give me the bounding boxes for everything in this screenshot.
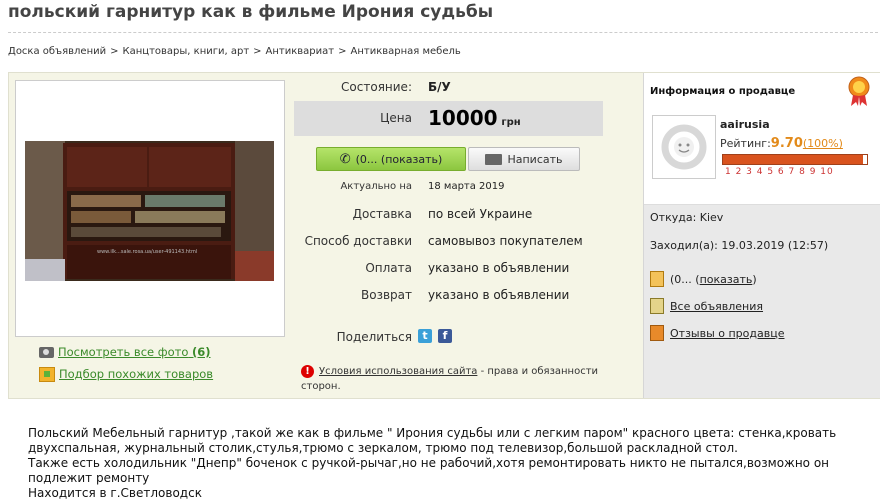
breadcrumb-item[interactable]: Канцтовары, книги, арт xyxy=(123,46,250,57)
show-phone-button[interactable]: ✆ (0... (показать) xyxy=(316,147,466,171)
seller-phone-suffix: ) xyxy=(752,272,757,286)
price-currency: грн xyxy=(501,117,521,128)
all-photos-label: Посмотреть все фото xyxy=(58,345,189,359)
all-photos-count: (6) xyxy=(192,345,211,359)
price-value: 10000 xyxy=(428,106,498,130)
seller-panel: Информация о продавце aairusia Рейтинг:9… xyxy=(643,73,880,398)
title-divider xyxy=(8,32,878,33)
seller-show-phone-link[interactable]: показать xyxy=(700,273,753,286)
photo-links: Посмотреть все фото (6) Подбор похожих т… xyxy=(39,344,213,388)
seller-phone-prefix: (0... ( xyxy=(670,272,700,286)
rating-bar-remainder xyxy=(862,155,867,164)
listing-description: Польский Мебельный гарнитур ,такой же ка… xyxy=(28,426,837,500)
main-photo-frame[interactable]: www.ilk...sale.rosa.ua/user-491143.html xyxy=(15,80,285,337)
state-label: Состояние: xyxy=(341,80,412,94)
delivery-value: по всей Украине xyxy=(428,207,533,221)
photo-watermark: www.ilk...sale.rosa.ua/user-491143.html xyxy=(97,249,197,255)
rating-percent[interactable]: (100%) xyxy=(803,137,843,150)
similar-items-link[interactable]: Подбор похожих товаров xyxy=(59,367,213,381)
seller-all-ads: Все объявления xyxy=(650,298,763,314)
return-label: Возврат xyxy=(361,288,412,302)
list-icon xyxy=(650,298,664,314)
seller-reviews: Отзывы о продавце xyxy=(650,325,784,341)
reviews-icon xyxy=(650,325,664,341)
seller-rating: Рейтинг:9.70(100%) xyxy=(720,136,843,151)
price-label: Цена xyxy=(380,111,412,125)
warning-icon: ! xyxy=(301,364,314,378)
page-title: польский гарнитур как в фильме Ирония су… xyxy=(8,2,494,22)
seller-phone: (0... (показать) xyxy=(650,271,757,287)
rating-scale: 1 2 3 4 5 6 7 8 9 10 xyxy=(725,167,834,177)
breadcrumb: Доска объявлений > Канцтовары, книги, арт >… xyxy=(8,46,461,57)
all-photos-link[interactable]: Посмотреть все фото (6) xyxy=(58,345,211,359)
all-ads-link[interactable]: Все объявления xyxy=(670,300,763,313)
seller-avatar[interactable] xyxy=(652,115,716,179)
seller-last-visit: Заходил(а): 19.03.2019 (12:57) xyxy=(650,239,829,252)
delivery-label: Доставка xyxy=(352,207,412,221)
breadcrumb-item[interactable]: Антикварная мебель xyxy=(351,46,461,57)
rating-bar xyxy=(722,154,868,165)
write-message-button[interactable]: Написать xyxy=(468,147,580,171)
breadcrumb-item[interactable]: Доска объявлений xyxy=(8,46,106,57)
payment-value: указано в объявлении xyxy=(428,261,570,275)
delivery-method-value: самовывоз покупателем xyxy=(428,234,583,248)
share-label: Поделиться xyxy=(336,330,412,344)
actual-label: Актуально на xyxy=(340,181,412,192)
camera-icon xyxy=(39,346,54,358)
rating-label: Рейтинг: xyxy=(720,137,771,150)
breadcrumb-separator: > xyxy=(253,46,262,57)
seller-name[interactable]: aairusia xyxy=(720,118,770,131)
phone-book-icon xyxy=(650,271,664,287)
seller-location: Откуда: Kiev xyxy=(650,211,724,224)
return-value: указано в объявлении xyxy=(428,288,570,302)
twitter-icon[interactable]: t xyxy=(418,329,432,343)
phone-icon: ✆ xyxy=(339,151,351,167)
facebook-icon[interactable]: f xyxy=(438,329,452,343)
actual-value: 18 марта 2019 xyxy=(428,181,505,192)
write-message-label: Написать xyxy=(507,152,563,166)
award-badge-icon xyxy=(848,76,870,106)
payment-label: Оплата xyxy=(365,261,412,275)
listing-panel: www.ilk...sale.rosa.ua/user-491143.html … xyxy=(8,72,880,399)
reviews-link[interactable]: Отзывы о продавце xyxy=(670,327,784,340)
breadcrumb-separator: > xyxy=(338,46,347,57)
similar-items-icon xyxy=(39,366,55,382)
terms-notice: ! Условия использования сайта - права и о… xyxy=(301,364,601,394)
rating-value: 9.70 xyxy=(770,136,803,151)
breadcrumb-separator: > xyxy=(110,46,119,57)
state-value: Б/У xyxy=(428,80,451,94)
delivery-method-label: Способ доставки xyxy=(304,234,412,248)
terms-link[interactable]: Условия использования сайта xyxy=(319,366,477,377)
main-photo[interactable]: www.ilk...sale.rosa.ua/user-491143.html xyxy=(25,141,274,281)
seller-header: Информация о продавце xyxy=(644,73,880,109)
envelope-icon xyxy=(485,153,503,165)
show-phone-label: (0... (показать) xyxy=(355,152,443,166)
breadcrumb-item[interactable]: Антиквариат xyxy=(266,46,335,57)
seller-header-title: Информация о продавце xyxy=(650,86,796,97)
seller-card: aairusia Рейтинг:9.70(100%) 1 2 3 4 5 6 … xyxy=(644,108,880,205)
